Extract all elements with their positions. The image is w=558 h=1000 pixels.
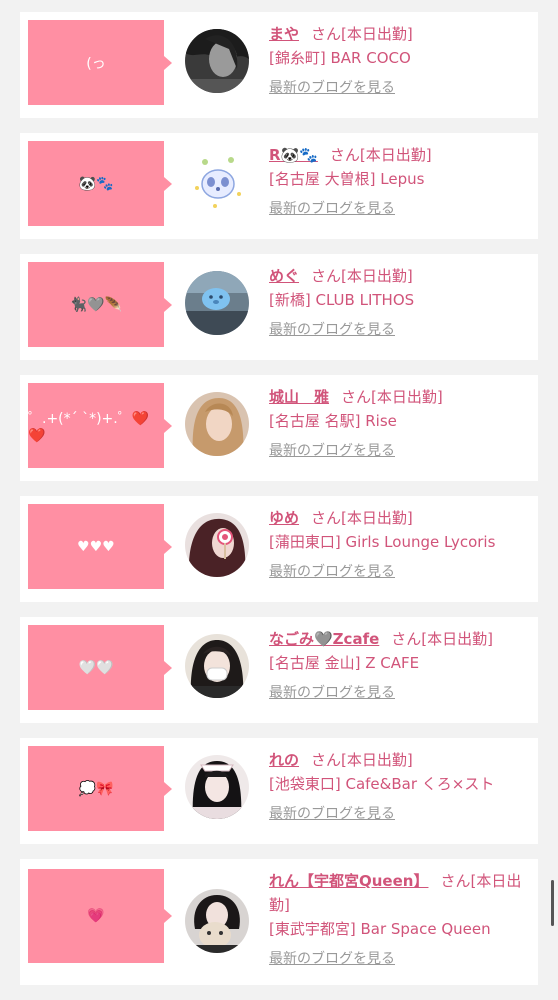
bubble-text: 🐼🐾: [78, 175, 114, 192]
status-text: さん[本日出勤]: [311, 509, 413, 527]
avatar[interactable]: [185, 755, 249, 819]
bubble-text: ♥♥♥: [77, 538, 115, 555]
cast-card: 💭🎀 れの さん[本日出勤] [池袋東口] Cafe&Bar くろ×スト 最新のブ…: [20, 738, 538, 844]
cast-card: 🤍🤍 なごみ🩶Zcafe さん[本日出勤] [名古屋 金山] Z CAFE 最新の…: [20, 617, 538, 723]
latest-blog-link[interactable]: 最新のブログを見る: [269, 197, 530, 221]
latest-blog-link[interactable]: 最新のブログを見る: [269, 560, 530, 584]
status-text: さん[本日出勤]: [311, 751, 413, 769]
status-text: さん[本日出勤]: [329, 146, 432, 164]
bubble-text: 💗: [87, 908, 105, 924]
bubble-text: 💭🎀: [78, 780, 114, 797]
latest-blog-link[interactable]: 最新のブログを見る: [269, 802, 530, 826]
shop-text: [東武宇都宮] Bar Space Queen: [269, 920, 491, 938]
name-line: めぐ さん[本日出勤]: [269, 264, 530, 288]
message-bubble: ゜.+(*´ `*)+.゜❤️❤️: [28, 383, 172, 468]
cast-name-link[interactable]: なごみ🩶Zcafe: [269, 630, 379, 648]
status-text: さん[本日出勤]: [311, 267, 413, 285]
message-bubble: 🐈‍⬛🩶🪶: [28, 262, 172, 347]
message-bubble: ♥♥♥: [28, 504, 172, 589]
cast-info: R🐼🐾 さん[本日出勤] [名古屋 大曽根] Lepus 最新のブログを見る: [269, 143, 530, 221]
avatar[interactable]: [185, 29, 249, 93]
latest-blog-link[interactable]: 最新のブログを見る: [269, 439, 530, 463]
cast-info: めぐ さん[本日出勤] [新橋] CLUB LITHOS 最新のブログを見る: [269, 264, 530, 342]
cast-name-link[interactable]: 城山 雅: [269, 388, 329, 406]
latest-blog-link[interactable]: 最新のブログを見る: [269, 947, 530, 971]
cast-name-link[interactable]: ゆめ: [269, 509, 299, 527]
bubble-text: 🐈‍⬛🩶🪶: [69, 296, 123, 313]
message-bubble: 🤍🤍: [28, 625, 172, 710]
status-text: さん[本日出勤]: [341, 388, 443, 406]
name-line: れん【宇都宮Queen】 さん[本日出勤]: [269, 869, 530, 917]
avatar[interactable]: [185, 513, 249, 577]
cast-list: (っ まや さん[本日出勤] [錦糸町] BAR COCO 最新のブログを見る 🐼…: [0, 0, 558, 985]
cast-card: 💗 れん【宇都宮Queen】 さん[本日出勤] [東武宇都宮] Bar Space…: [20, 859, 538, 985]
message-bubble: 🐼🐾: [28, 141, 172, 226]
cast-info: れん【宇都宮Queen】 さん[本日出勤] [東武宇都宮] Bar Space Q…: [269, 869, 530, 971]
cast-info: ゆめ さん[本日出勤] [蒲田東口] Girls Lounge Lycoris 最…: [269, 506, 530, 584]
shop-text: [池袋東口] Cafe&Bar くろ×スト: [269, 775, 495, 793]
cast-info: まや さん[本日出勤] [錦糸町] BAR COCO 最新のブログを見る: [269, 22, 530, 100]
shop-text: [名古屋 大曽根] Lepus: [269, 170, 425, 188]
name-line: まや さん[本日出勤]: [269, 22, 530, 46]
shop-text: [錦糸町] BAR COCO: [269, 49, 411, 67]
avatar[interactable]: [185, 634, 249, 698]
avatar[interactable]: [185, 271, 249, 335]
cast-info: れの さん[本日出勤] [池袋東口] Cafe&Bar くろ×スト 最新のブログを…: [269, 748, 530, 826]
latest-blog-link[interactable]: 最新のブログを見る: [269, 681, 530, 705]
latest-blog-link[interactable]: 最新のブログを見る: [269, 76, 530, 100]
shop-text: [蒲田東口] Girls Lounge Lycoris: [269, 533, 496, 551]
status-text: さん[本日出勤]: [391, 630, 493, 648]
shop-text: [名古屋 名駅] Rise: [269, 412, 397, 430]
cast-name-link[interactable]: れの: [269, 751, 299, 769]
cast-card: 🐼🐾 R🐼🐾 さん[本日出勤] [名古屋 大曽根] Lepus 最新のブログを見る: [20, 133, 538, 239]
cast-card: 🐈‍⬛🩶🪶 めぐ さん[本日出勤] [新橋] CLUB LITHOS 最新のブログ…: [20, 254, 538, 360]
scrollbar[interactable]: [551, 880, 554, 926]
cast-card: ♥♥♥ ゆめ さん[本日出勤] [蒲田東口] Girls Lounge Lycor…: [20, 496, 538, 602]
bubble-text: ゜.+(*´ `*)+.゜❤️❤️: [28, 410, 150, 444]
shop-text: [名古屋 金山] Z CAFE: [269, 654, 420, 672]
cast-name-link[interactable]: れん【宇都宮Queen】: [269, 872, 428, 890]
name-line: ゆめ さん[本日出勤]: [269, 506, 530, 530]
cast-card: ゜.+(*´ `*)+.゜❤️❤️ 城山 雅さん[本日出勤] [名古屋 名駅] …: [20, 375, 538, 481]
cast-info: 城山 雅さん[本日出勤] [名古屋 名駅] Rise 最新のブログを見る: [269, 385, 530, 463]
name-line: なごみ🩶Zcafe さん[本日出勤]: [269, 627, 530, 651]
message-bubble: (っ: [28, 20, 172, 105]
name-line: R🐼🐾 さん[本日出勤]: [269, 143, 530, 167]
message-bubble: 💭🎀: [28, 746, 172, 831]
cast-name-link[interactable]: まや: [269, 25, 299, 43]
message-bubble: 💗: [28, 869, 172, 963]
name-line: れの さん[本日出勤]: [269, 748, 530, 772]
bubble-text: 🤍🤍: [78, 659, 114, 676]
cast-name-link[interactable]: R🐼🐾: [269, 146, 318, 164]
shop-text: [新橋] CLUB LITHOS: [269, 291, 415, 309]
status-text: さん[本日出勤]: [311, 25, 413, 43]
cast-name-link[interactable]: めぐ: [269, 267, 299, 285]
name-line: 城山 雅さん[本日出勤]: [269, 385, 530, 409]
cast-card: (っ まや さん[本日出勤] [錦糸町] BAR COCO 最新のブログを見る: [20, 12, 538, 118]
avatar[interactable]: [185, 889, 249, 953]
avatar[interactable]: [185, 392, 249, 456]
latest-blog-link[interactable]: 最新のブログを見る: [269, 318, 530, 342]
avatar[interactable]: [185, 150, 249, 214]
cast-info: なごみ🩶Zcafe さん[本日出勤] [名古屋 金山] Z CAFE 最新のブログ…: [269, 627, 530, 705]
bubble-text: (っ: [86, 55, 106, 72]
